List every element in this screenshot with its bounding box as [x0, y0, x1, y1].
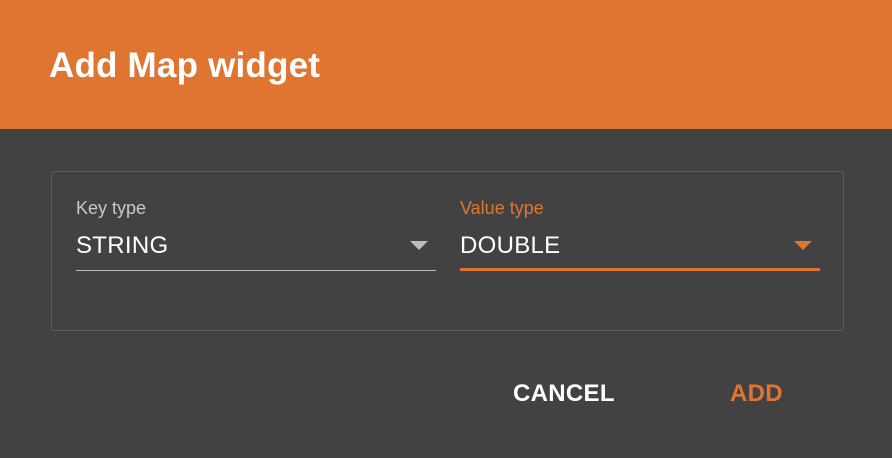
add-button[interactable]: ADD [714, 374, 799, 414]
key-type-value: STRING [76, 232, 169, 259]
value-type-label: Value type [460, 198, 544, 218]
value-type-underline [460, 268, 820, 271]
key-type-underline [76, 270, 436, 271]
value-type-select[interactable]: Value type DOUBLE [460, 195, 820, 275]
add-map-widget-dialog: Add Map widget Key type STRING Value typ… [0, 0, 892, 458]
cancel-button[interactable]: CANCEL [497, 374, 631, 414]
chevron-down-icon[interactable] [794, 241, 812, 250]
value-type-value: DOUBLE [460, 232, 561, 259]
key-type-select[interactable]: Key type STRING [76, 195, 436, 275]
dialog-header: Add Map widget [0, 0, 892, 129]
key-type-label: Key type [76, 198, 147, 218]
chevron-down-icon[interactable] [410, 241, 428, 250]
dialog-title: Add Map widget [49, 46, 321, 85]
